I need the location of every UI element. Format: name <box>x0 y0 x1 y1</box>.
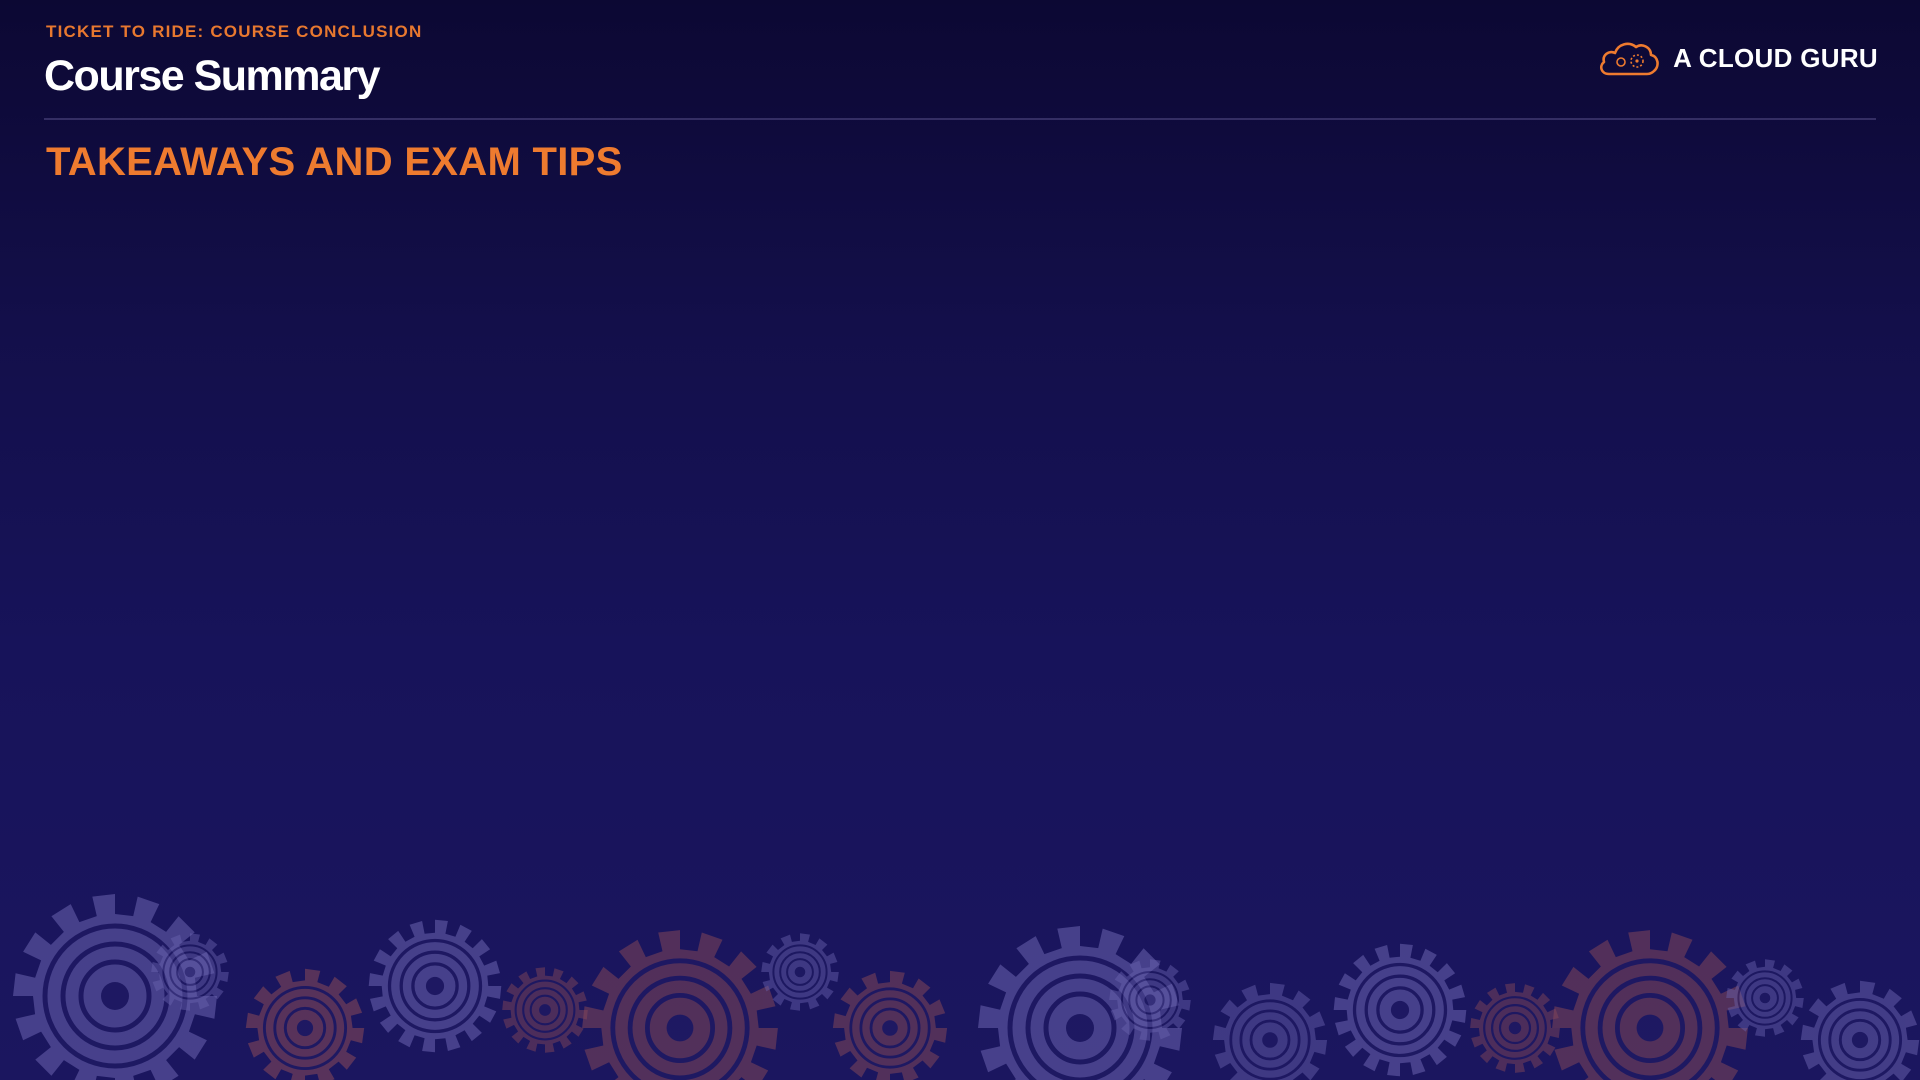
gear-icon <box>1333 943 1467 1077</box>
gear-icon <box>1470 983 1560 1073</box>
header-divider <box>44 118 1876 120</box>
gear-icon <box>1800 980 1920 1080</box>
gear-icon <box>1726 959 1804 1037</box>
gear-icon <box>761 933 839 1011</box>
gear-icon <box>245 968 365 1080</box>
gear-icon <box>582 930 778 1080</box>
brand-name: A CLOUD GURU <box>1673 42 1878 73</box>
page-title: Course Summary <box>44 52 381 100</box>
gear-icon <box>502 967 588 1053</box>
gear-icon <box>832 970 948 1080</box>
gear-icon <box>1212 982 1328 1080</box>
brand-logo: A CLOUD GURU <box>1597 36 1878 80</box>
gear-icon <box>368 919 502 1053</box>
slide: TICKET TO RIDE: COURSE CONCLUSION Course… <box>0 0 1920 1080</box>
cloud-logo-icon <box>1600 42 1659 76</box>
section-heading: TAKEAWAYS AND EXAM TIPS <box>46 140 623 184</box>
gear-icon <box>1552 930 1748 1080</box>
gear-pattern-icon <box>13 894 1920 1080</box>
course-eyebrow: TICKET TO RIDE: COURSE CONCLUSION <box>46 22 423 41</box>
